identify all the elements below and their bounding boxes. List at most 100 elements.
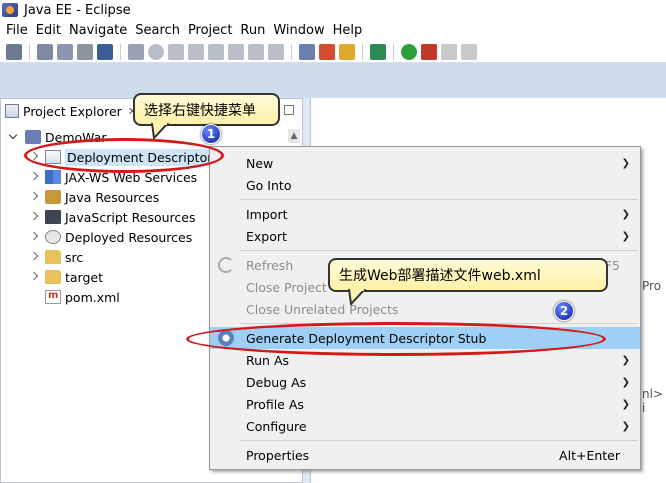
disconnect-icon[interactable] bbox=[208, 43, 224, 60]
deployed-icon bbox=[45, 230, 61, 244]
tree-item-label: target bbox=[65, 269, 104, 285]
submenu-arrow-icon: ❯ bbox=[621, 376, 630, 388]
perspective-band bbox=[0, 63, 666, 98]
menu-help[interactable]: Help bbox=[331, 23, 369, 38]
step-into-icon[interactable] bbox=[228, 43, 244, 60]
menu-bar: File Edit Navigate Search Project Run Window He… bbox=[0, 20, 666, 41]
callout-generate-web-xml: 生成Web部署描述文件web.xml bbox=[328, 258, 608, 292]
menu-window[interactable]: Window bbox=[271, 23, 330, 38]
run-external-icon[interactable] bbox=[421, 43, 437, 60]
main-toolbar bbox=[0, 41, 666, 63]
navigate-icon[interactable] bbox=[461, 43, 477, 60]
menu-item-label: Run As bbox=[246, 352, 290, 368]
run-icon[interactable] bbox=[401, 43, 417, 60]
chevron-right-icon[interactable] bbox=[29, 252, 39, 262]
highlight-ellipse-generate bbox=[186, 322, 606, 356]
stop-icon[interactable] bbox=[441, 43, 457, 60]
context-menu-item-new[interactable]: New ❯ bbox=[210, 152, 640, 174]
step-badge-2: 2 bbox=[554, 301, 574, 321]
chevron-right-icon[interactable] bbox=[29, 272, 39, 282]
project-explorer-tab-label: Project Explorer bbox=[23, 103, 122, 119]
menu-item-label: Debug As bbox=[246, 374, 307, 390]
chevron-right-icon[interactable] bbox=[29, 172, 39, 182]
step-return-icon[interactable] bbox=[268, 43, 284, 60]
console-icon[interactable] bbox=[97, 43, 113, 60]
context-menu-item-export[interactable]: Export ❯ bbox=[210, 225, 640, 247]
menu-search[interactable]: Search bbox=[133, 23, 186, 38]
tree-item-label: Deployed Resources bbox=[65, 229, 193, 245]
step-over-icon[interactable] bbox=[248, 43, 264, 60]
tree-item[interactable]: src bbox=[29, 247, 83, 267]
tree-item[interactable]: Java Resources bbox=[29, 187, 159, 207]
context-menu-item-close-unrelated-projects[interactable]: Close Unrelated Projects bbox=[210, 298, 640, 320]
menu-item-label: Export bbox=[246, 228, 287, 244]
tree-item-label: JavaScript Resources bbox=[65, 209, 196, 225]
server-icon[interactable] bbox=[299, 43, 315, 60]
tree-item[interactable]: JavaScript Resources bbox=[29, 207, 195, 227]
print-icon[interactable] bbox=[77, 43, 93, 60]
tree-item-label: pom.xml bbox=[65, 289, 120, 305]
web-services-icon bbox=[45, 170, 61, 184]
menu-file[interactable]: File bbox=[4, 23, 34, 38]
spellcheck-icon[interactable] bbox=[339, 43, 355, 60]
project-explorer-tab[interactable]: Project Explorer ✕ bbox=[1, 99, 151, 123]
toolbar-separator bbox=[29, 43, 30, 60]
chevron-right-icon[interactable] bbox=[29, 232, 39, 242]
save-all-icon[interactable] bbox=[57, 43, 73, 60]
background-text-fragment: Pro bbox=[642, 279, 662, 293]
menu-item-label: Close Unrelated Projects bbox=[246, 301, 399, 317]
menu-project[interactable]: Project bbox=[186, 23, 238, 38]
menu-separator bbox=[240, 250, 638, 251]
menu-separator bbox=[240, 440, 638, 441]
chevron-down-icon[interactable] bbox=[9, 132, 19, 142]
tree-item[interactable]: pom.xml bbox=[29, 287, 120, 307]
scroll-up-button[interactable]: ▲ bbox=[288, 129, 300, 143]
toolbar-separator bbox=[291, 43, 292, 60]
refresh-icon bbox=[218, 257, 234, 273]
context-menu-item-profile-as[interactable]: Profile As ❯ bbox=[210, 393, 640, 415]
toolbar-separator bbox=[393, 43, 394, 60]
menu-run[interactable]: Run bbox=[238, 23, 271, 38]
resume-icon[interactable] bbox=[148, 43, 164, 60]
tree-item-label: src bbox=[65, 249, 84, 265]
tree-item[interactable]: target bbox=[29, 267, 103, 287]
debug-skip-icon[interactable] bbox=[128, 43, 144, 60]
callout-text: 选择右键快捷菜单 bbox=[144, 102, 256, 119]
context-menu-item-go-into[interactable]: Go Into bbox=[210, 174, 640, 196]
menu-item-label: Close Project bbox=[246, 279, 327, 295]
xml-file-icon bbox=[45, 290, 61, 304]
javascript-icon bbox=[45, 210, 61, 224]
browser-icon[interactable] bbox=[319, 43, 335, 60]
highlight-ellipse-descriptor bbox=[24, 138, 224, 173]
context-menu-item-properties[interactable]: Properties Alt+Enter bbox=[210, 444, 640, 466]
chevron-right-icon[interactable] bbox=[29, 212, 39, 222]
toolbar-separator bbox=[120, 43, 121, 60]
menu-item-label: Profile As bbox=[246, 396, 304, 412]
menu-navigate[interactable]: Navigate bbox=[67, 23, 133, 38]
tree-item[interactable]: Deployed Resources bbox=[29, 227, 192, 247]
toolbar-separator bbox=[362, 43, 363, 60]
context-menu-item-configure[interactable]: Configure ❯ bbox=[210, 415, 640, 437]
callout-text: 生成Web部署描述文件web.xml bbox=[339, 268, 541, 284]
save-icon[interactable] bbox=[37, 43, 53, 60]
minimize-view-button[interactable] bbox=[284, 105, 294, 115]
menu-accelerator: Alt+Enter bbox=[559, 447, 620, 463]
context-menu-item-import[interactable]: Import ❯ bbox=[210, 203, 640, 225]
menu-edit[interactable]: Edit bbox=[34, 23, 67, 38]
folder-icon bbox=[45, 250, 61, 264]
menu-separator bbox=[240, 199, 638, 200]
callout-tail bbox=[347, 289, 367, 305]
suspend-icon[interactable] bbox=[168, 43, 184, 60]
chevron-right-icon[interactable] bbox=[29, 192, 39, 202]
step-badge-1: 1 bbox=[201, 124, 221, 144]
menu-item-label: Properties bbox=[246, 447, 310, 463]
submenu-arrow-icon: ❯ bbox=[621, 208, 630, 220]
new-icon[interactable] bbox=[6, 43, 22, 60]
menu-item-label: Configure bbox=[246, 418, 307, 434]
settings-icon[interactable] bbox=[370, 43, 386, 60]
context-menu-item-debug-as[interactable]: Debug As ❯ bbox=[210, 371, 640, 393]
terminate-icon[interactable] bbox=[188, 43, 204, 60]
project-icon bbox=[25, 130, 41, 144]
submenu-arrow-icon: ❯ bbox=[621, 354, 630, 366]
